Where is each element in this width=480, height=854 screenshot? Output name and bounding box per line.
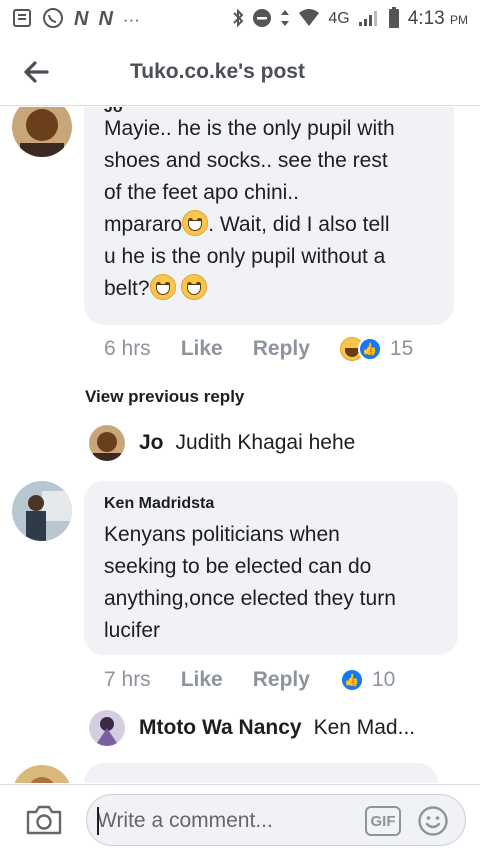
signal-icon <box>358 9 380 30</box>
wifi-icon <box>298 8 320 30</box>
more-notifications-icon: ··· <box>122 9 140 29</box>
avatar[interactable] <box>12 481 72 541</box>
like-button[interactable]: Like <box>181 337 223 361</box>
network-type: 4G <box>328 10 350 27</box>
avatar[interactable] <box>12 765 72 783</box>
comment-input[interactable] <box>97 803 357 839</box>
reply-author[interactable]: Jo <box>139 431 164 455</box>
comment-time: 6 hrs <box>104 337 151 360</box>
text-caret <box>97 807 99 835</box>
comment-input-box[interactable]: GIF <box>86 794 466 846</box>
notes-app-icon <box>12 8 32 31</box>
reply-button[interactable]: Reply <box>253 337 310 361</box>
comment-bubble[interactable] <box>84 763 438 783</box>
grinning-sweat-emoji <box>149 274 176 300</box>
back-button[interactable] <box>0 38 72 106</box>
whatsapp-icon <box>42 7 64 32</box>
commenter-name[interactable]: Ken Madridsta <box>104 495 438 513</box>
reaction-count: 10 <box>371 668 396 691</box>
comments-feed[interactable]: Jo Mayie.. he is the only pupil with sho… <box>0 107 480 783</box>
comment-bubble[interactable]: Ken Madridsta Kenyans politicians when s… <box>84 481 458 655</box>
reactions-summary[interactable]: 👍 10 <box>339 668 396 692</box>
reply-text: Ken Mad... <box>313 716 416 739</box>
back-arrow-icon <box>24 60 49 83</box>
emoji-button[interactable] <box>417 805 449 837</box>
reply-button[interactable]: Reply <box>253 668 310 692</box>
like-button[interactable]: Like <box>181 668 223 692</box>
smiley-icon <box>418 806 448 836</box>
like-reaction-icon: 👍 <box>357 337 382 361</box>
camera-icon <box>26 805 62 835</box>
clock: 4:13 PM <box>407 8 468 29</box>
post-header: Tuko.co.ke's post <box>0 38 480 106</box>
page-title: Tuko.co.ke's post <box>130 59 305 83</box>
avatar[interactable] <box>12 107 72 157</box>
reply-preview[interactable]: Jo Judith Khagai hehe <box>139 431 355 455</box>
avatar[interactable] <box>89 425 125 461</box>
comment-text: Kenyans politicians when seeking to be e… <box>104 523 396 642</box>
news-n-icon-2: N <box>98 7 113 30</box>
grinning-sweat-emoji <box>181 274 208 300</box>
status-bar: N N ··· 4G 4:13 PM <box>0 0 480 38</box>
comment-time: 7 hrs <box>104 668 151 691</box>
gif-button[interactable]: GIF <box>365 806 401 836</box>
reaction-count: 15 <box>389 337 414 360</box>
comment-composer: GIF <box>0 784 480 854</box>
reply-text: Judith Khagai hehe <box>175 431 356 454</box>
bluetooth-icon <box>232 8 244 31</box>
battery-icon <box>388 6 400 32</box>
comment-meta: 7 hrs Like Reply 👍 10 <box>104 668 395 692</box>
reply-author[interactable]: Mtoto Wa Nancy <box>139 716 302 740</box>
news-n-icon: N <box>74 7 89 30</box>
grinning-sweat-emoji <box>182 210 209 236</box>
do-not-disturb-icon <box>252 8 272 31</box>
data-transfer-icon <box>280 8 290 31</box>
camera-button[interactable] <box>24 803 64 837</box>
like-reaction-icon: 👍 <box>339 668 364 692</box>
comment-meta: 6 hrs Like Reply 👍 15 <box>104 337 413 361</box>
view-previous-reply[interactable]: View previous reply <box>85 387 244 407</box>
avatar[interactable] <box>89 710 125 746</box>
reactions-summary[interactable]: 👍 15 <box>339 337 414 361</box>
reply-preview[interactable]: Mtoto Wa Nancy Ken Mad... <box>139 716 415 740</box>
comment-bubble[interactable]: Jo Mayie.. he is the only pupil with sho… <box>84 107 454 325</box>
comment-text: Mayie.. he is the only pupil with shoes … <box>104 117 395 300</box>
